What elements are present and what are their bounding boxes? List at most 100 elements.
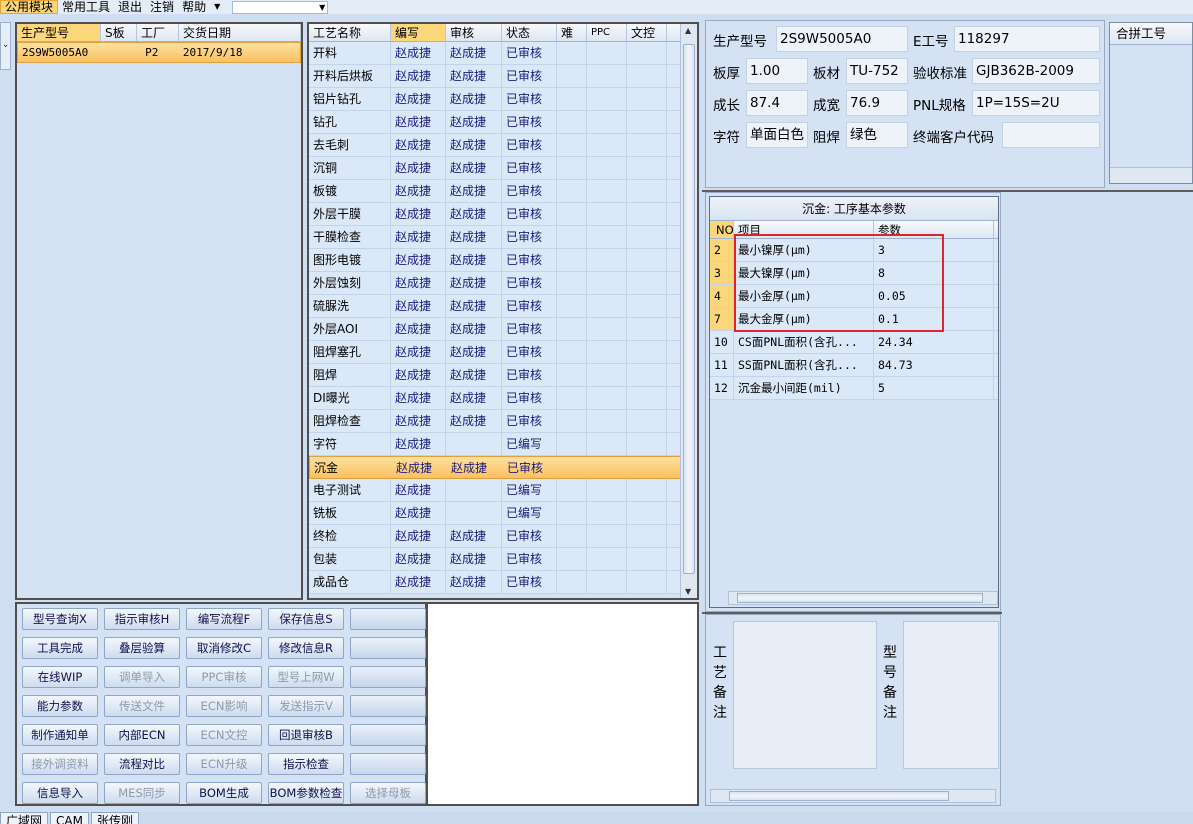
table-row[interactable]: 沉铜 赵成捷 赵成捷 已审核 — [309, 157, 697, 180]
action-button[interactable]: 保存信息S — [268, 608, 344, 630]
param-hscrollbar[interactable] — [728, 591, 998, 605]
action-button[interactable]: 型号上网W — [268, 666, 344, 688]
blank-button[interactable] — [350, 666, 426, 688]
model-field[interactable]: 2S9W5005A0 — [776, 26, 908, 52]
action-button[interactable]: 叠层验算 — [104, 637, 180, 659]
scroll-down-icon[interactable]: ▼ — [685, 587, 691, 596]
table-row[interactable]: 11 SS面PNL面积(含孔... 84.73 — [710, 354, 998, 377]
action-button[interactable]: 修改信息R — [268, 637, 344, 659]
table-row[interactable]: 10 CS面PNL面积(含孔... 24.34 — [710, 331, 998, 354]
combined-job-header[interactable]: 合拼工号 — [1110, 23, 1192, 45]
action-button[interactable]: 编写流程F — [186, 608, 262, 630]
action-button[interactable]: 型号查询X — [22, 608, 98, 630]
action-button[interactable]: 制作通知单 — [22, 724, 98, 746]
table-row[interactable]: 成品仓 赵成捷 赵成捷 已审核 — [309, 571, 697, 594]
menu-common-tools[interactable]: 常用工具 — [58, 0, 114, 14]
table-row[interactable]: 阻焊 赵成捷 赵成捷 已审核 — [309, 364, 697, 387]
action-button[interactable]: 选择母板 — [350, 782, 426, 804]
col-model[interactable]: 生产型号 — [17, 24, 101, 41]
col-s-board[interactable]: S板 — [101, 24, 137, 41]
col-doc-control[interactable]: 文控 — [627, 24, 667, 41]
action-button[interactable]: PPC审核 — [186, 666, 262, 688]
table-row[interactable]: 12 沉金最小间距(mil) 5 — [710, 377, 998, 400]
col-reviewer[interactable]: 审核 — [446, 24, 502, 41]
e-number-field[interactable]: 118297 — [954, 26, 1100, 52]
menu-more-arrow-icon[interactable]: ▼ — [210, 0, 224, 14]
menu-exit[interactable]: 退出 — [114, 0, 146, 14]
action-button[interactable]: 信息导入 — [22, 782, 98, 804]
action-button[interactable]: 发送指示V — [268, 695, 344, 717]
blank-button[interactable] — [350, 695, 426, 717]
action-button[interactable]: 能力参数 — [22, 695, 98, 717]
col-difficulty[interactable]: 难 — [557, 24, 587, 41]
left-collapse-tab[interactable]: › — [0, 22, 11, 70]
table-row[interactable]: 7 最大金厚(μm) 0.1 — [710, 308, 998, 331]
action-button[interactable]: 指示审核H — [104, 608, 180, 630]
table-row[interactable]: 钻孔 赵成捷 赵成捷 已审核 — [309, 111, 697, 134]
process-remark-textarea[interactable] — [733, 621, 877, 769]
table-row[interactable]: 字符 赵成捷 已编写 — [309, 433, 697, 456]
standard-field[interactable]: GJB362B-2009 — [972, 58, 1100, 84]
table-row[interactable]: 4 最小金厚(μm) 0.05 — [710, 285, 998, 308]
menu-public-module[interactable]: 公用模块 — [0, 0, 59, 14]
customer-code-field[interactable] — [1002, 122, 1100, 148]
col-no[interactable]: NO — [710, 221, 734, 238]
action-button[interactable]: 指示检查 — [268, 753, 344, 775]
scroll-thumb[interactable] — [683, 44, 695, 574]
action-button[interactable]: ECN文控 — [186, 724, 262, 746]
table-row[interactable]: 干膜检查 赵成捷 赵成捷 已审核 — [309, 226, 697, 249]
menu-help[interactable]: 帮助 — [178, 0, 210, 14]
action-button[interactable]: 回退审核B — [268, 724, 344, 746]
action-button[interactable]: 调单导入 — [104, 666, 180, 688]
blank-button[interactable] — [350, 637, 426, 659]
col-process-name[interactable]: 工艺名称 — [309, 24, 391, 41]
action-button[interactable]: BOM生成 — [186, 782, 262, 804]
table-row[interactable]: 沉金 赵成捷 赵成捷 已审核 — [309, 456, 697, 479]
material-field[interactable]: TU-752 — [846, 58, 908, 84]
table-row[interactable]: 铣板 赵成捷 已编写 — [309, 502, 697, 525]
action-button[interactable]: 内部ECN — [104, 724, 180, 746]
col-param[interactable]: 参数 — [874, 221, 994, 238]
width-field[interactable]: 76.9 — [846, 90, 908, 116]
table-row[interactable]: 去毛刺 赵成捷 赵成捷 已审核 — [309, 134, 697, 157]
table-row[interactable]: 硫脲洗 赵成捷 赵成捷 已审核 — [309, 295, 697, 318]
table-row[interactable]: 2S9W5005A0 P2 2017/9/18 — [17, 42, 301, 63]
solder-mask-field[interactable]: 绿色 — [846, 122, 908, 148]
blank-button[interactable] — [350, 724, 426, 746]
model-remark-textarea[interactable] — [903, 621, 999, 769]
table-row[interactable]: 3 最大镍厚(μm) 8 — [710, 262, 998, 285]
col-item[interactable]: 项目 — [734, 221, 874, 238]
table-row[interactable]: 铝片钻孔 赵成捷 赵成捷 已审核 — [309, 88, 697, 111]
thickness-field[interactable]: 1.00 — [746, 58, 808, 84]
action-button[interactable]: MES同步 — [104, 782, 180, 804]
action-button[interactable]: BOM参数检查 — [268, 782, 344, 804]
process-vertical-scrollbar[interactable]: ▲ ▼ — [680, 24, 697, 598]
col-factory[interactable]: 工厂 — [137, 24, 179, 41]
table-row[interactable]: 包装 赵成捷 赵成捷 已审核 — [309, 548, 697, 571]
action-button[interactable]: ECN影响 — [186, 695, 262, 717]
action-button[interactable]: 传送文件 — [104, 695, 180, 717]
table-row[interactable]: 外层蚀刻 赵成捷 赵成捷 已审核 — [309, 272, 697, 295]
table-row[interactable]: 外层AOI 赵成捷 赵成捷 已审核 — [309, 318, 697, 341]
table-row[interactable]: 终检 赵成捷 赵成捷 已审核 — [309, 525, 697, 548]
scroll-up-icon[interactable]: ▲ — [685, 26, 691, 35]
col-delivery-date[interactable]: 交货日期 — [179, 24, 301, 41]
table-row[interactable]: 外层干膜 赵成捷 赵成捷 已审核 — [309, 203, 697, 226]
col-status[interactable]: 状态 — [502, 24, 557, 41]
menu-combo-box[interactable]: ▼ — [232, 0, 329, 14]
table-row[interactable]: 图形电镀 赵成捷 赵成捷 已审核 — [309, 249, 697, 272]
scroll-thumb[interactable] — [737, 593, 983, 603]
table-row[interactable]: 2 最小镍厚(μm) 3 — [710, 239, 998, 262]
pnl-field[interactable]: 1P=15S=2U — [972, 90, 1100, 116]
scroll-thumb[interactable] — [729, 791, 949, 801]
table-row[interactable]: 板镀 赵成捷 赵成捷 已审核 — [309, 180, 697, 203]
action-button[interactable]: 在线WIP — [22, 666, 98, 688]
col-ppc[interactable]: PPC — [587, 24, 627, 41]
table-row[interactable]: 阻焊检查 赵成捷 赵成捷 已审核 — [309, 410, 697, 433]
menu-logout[interactable]: 注销 — [146, 0, 178, 14]
col-writer[interactable]: 编写 — [391, 24, 446, 41]
table-row[interactable]: 开料后烘板 赵成捷 赵成捷 已审核 — [309, 65, 697, 88]
table-row[interactable]: DI曝光 赵成捷 赵成捷 已审核 — [309, 387, 697, 410]
blank-button[interactable] — [350, 608, 426, 630]
blank-button[interactable] — [350, 753, 426, 775]
